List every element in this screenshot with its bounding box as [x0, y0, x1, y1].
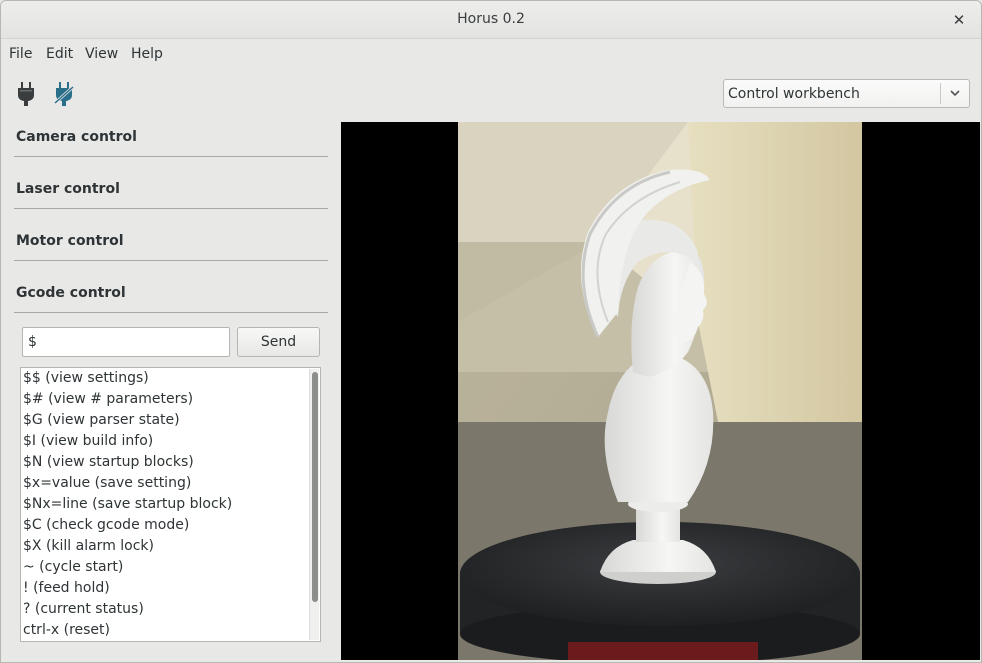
disconnect-plug-icon[interactable]: [53, 81, 75, 107]
title-bar: Horus 0.2 ✕: [1, 1, 981, 39]
list-item: $C (check gcode mode): [23, 517, 190, 533]
camera-preview: [341, 122, 980, 660]
list-scrollbar[interactable]: [309, 369, 319, 640]
menu-bar: File Edit View Help: [1, 39, 981, 69]
laser-control-header[interactable]: Laser control: [16, 181, 120, 197]
section-divider: [14, 208, 328, 209]
scrollbar-thumb[interactable]: [312, 372, 318, 602]
list-item: ctrl-x (reset): [23, 622, 111, 638]
camera-image: [458, 122, 862, 660]
select-divider: [940, 83, 941, 104]
menu-view[interactable]: View: [85, 46, 118, 62]
list-item: $Nx=line (save startup block): [23, 496, 233, 512]
workbench-select[interactable]: Control workbench: [723, 79, 970, 108]
workbench-selected-label: Control workbench: [728, 86, 860, 102]
section-divider: [14, 156, 328, 157]
list-item: $N (view startup blocks): [23, 454, 194, 470]
motor-control-header[interactable]: Motor control: [16, 233, 124, 249]
camera-control-header[interactable]: Camera control: [16, 129, 137, 145]
gcode-help-list[interactable]: $$ (view settings) $# (view # parameters…: [20, 367, 321, 642]
list-item: $# (view # parameters): [23, 391, 194, 407]
list-item: $I (view build info): [23, 433, 154, 449]
section-divider: [14, 312, 328, 313]
close-icon[interactable]: ✕: [949, 9, 969, 31]
list-item: ~ (cycle start): [23, 559, 124, 575]
menu-file[interactable]: File: [9, 46, 32, 62]
list-item: ? (current status): [23, 601, 144, 617]
chevron-down-icon: [948, 86, 962, 100]
list-item: $X (kill alarm lock): [23, 538, 155, 554]
menu-help[interactable]: Help: [131, 46, 163, 62]
gcode-command-input[interactable]: [22, 327, 230, 357]
send-button[interactable]: Send: [237, 327, 320, 357]
list-item: ! (feed hold): [23, 580, 110, 596]
app-window: Horus 0.2 ✕ File Edit View Help Control …: [0, 0, 982, 663]
list-item: $$ (view settings): [23, 370, 149, 386]
list-item: $G (view parser state): [23, 412, 180, 428]
gcode-control-header[interactable]: Gcode control: [16, 285, 126, 301]
list-item: $x=value (save setting): [23, 475, 192, 491]
connect-plug-icon[interactable]: [15, 81, 37, 107]
menu-edit[interactable]: Edit: [46, 46, 73, 62]
section-divider: [14, 260, 328, 261]
window-title: Horus 0.2: [457, 11, 525, 27]
